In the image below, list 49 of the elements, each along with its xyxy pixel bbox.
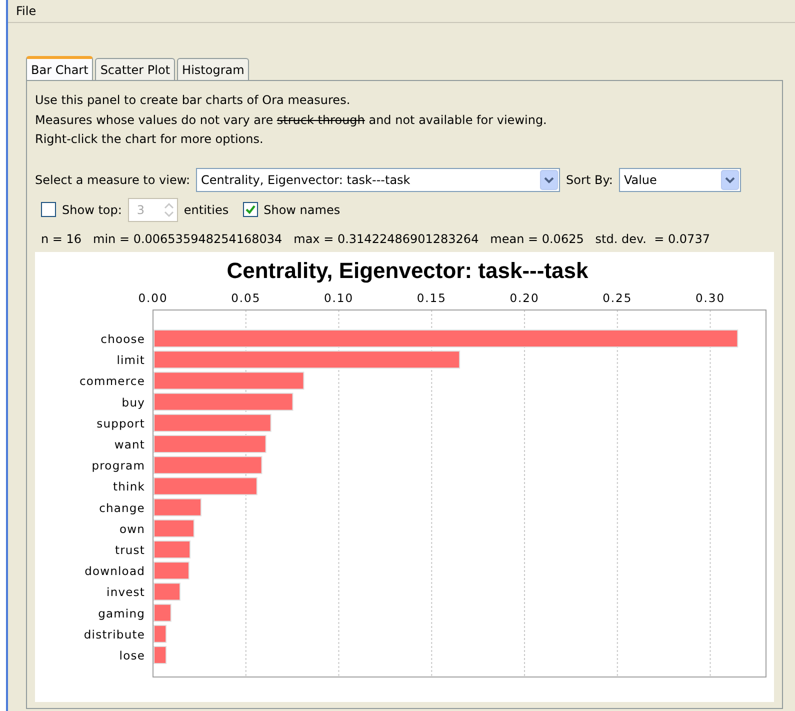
- show-names-label: Show names: [264, 202, 340, 216]
- category-label: download: [84, 564, 145, 578]
- instruction-text: Use this panel to create bar charts of Ora measures.: [35, 92, 352, 109]
- axis-tick-label: 0.05: [231, 290, 261, 304]
- measure-label: Select a measure to view:: [35, 172, 190, 186]
- entities-label: entities: [184, 202, 229, 216]
- instruction-text: Measures whose values do not vary are struck through and not available for viewing.: [35, 112, 548, 128]
- axis-tick-label: 0.30: [695, 290, 726, 304]
- category-label: invest: [106, 584, 145, 599]
- category-label: program: [92, 458, 145, 472]
- tab[interactable]: Scatter Plot: [95, 58, 176, 80]
- category-label: change: [99, 500, 145, 514]
- bar: [154, 624, 167, 642]
- show-top-label: Show top:: [62, 202, 122, 216]
- bar: [154, 540, 191, 558]
- bar: [154, 498, 202, 516]
- sort-label: Sort By:: [566, 172, 613, 186]
- category-label: lose: [119, 648, 145, 662]
- instruction-text: Right-click the chart for more options.: [35, 131, 264, 148]
- bar: [154, 646, 167, 664]
- axis-tick-label: 0.00: [138, 290, 168, 304]
- measure-dropdown[interactable]: Centrality, Eigenvector: task---task: [196, 168, 560, 192]
- category-label: distribute: [84, 626, 145, 641]
- bar: [154, 561, 190, 580]
- tab[interactable]: Histogram: [177, 58, 250, 80]
- category-label: want: [114, 437, 145, 451]
- bar: [154, 582, 180, 600]
- axis-tick-label: 0.10: [324, 290, 354, 304]
- category-label: own: [119, 521, 145, 536]
- bar: [154, 518, 194, 537]
- menu-item[interactable]: File: [14, 4, 38, 18]
- tab[interactable]: Bar Chart: [26, 56, 94, 81]
- category-label: choose: [100, 332, 145, 346]
- axis-tick-label: 0.15: [416, 290, 446, 304]
- axis-tick-label: 0.20: [510, 290, 540, 304]
- statistics-text: n = 16 min = 0.006535948254168034 max = 0.31422486901283264 mean = 0.0625 std. dev. = 0.0737: [41, 232, 711, 246]
- category-label: think: [113, 479, 145, 494]
- checkbox[interactable]: [41, 202, 56, 217]
- sort-dropdown[interactable]: Value: [618, 168, 741, 192]
- chart-title: Centrality, Eigenvector: task---task: [226, 258, 588, 282]
- category-label: limit: [116, 352, 145, 367]
- checkbox[interactable]: [242, 202, 258, 217]
- bar: [154, 603, 172, 622]
- axis-tick-label: 0.25: [602, 290, 632, 304]
- category-label: trust: [114, 542, 145, 556]
- category-label: commerce: [79, 374, 145, 388]
- category-label: support: [96, 416, 145, 430]
- category-label: buy: [122, 394, 145, 409]
- category-label: gaming: [98, 606, 145, 620]
